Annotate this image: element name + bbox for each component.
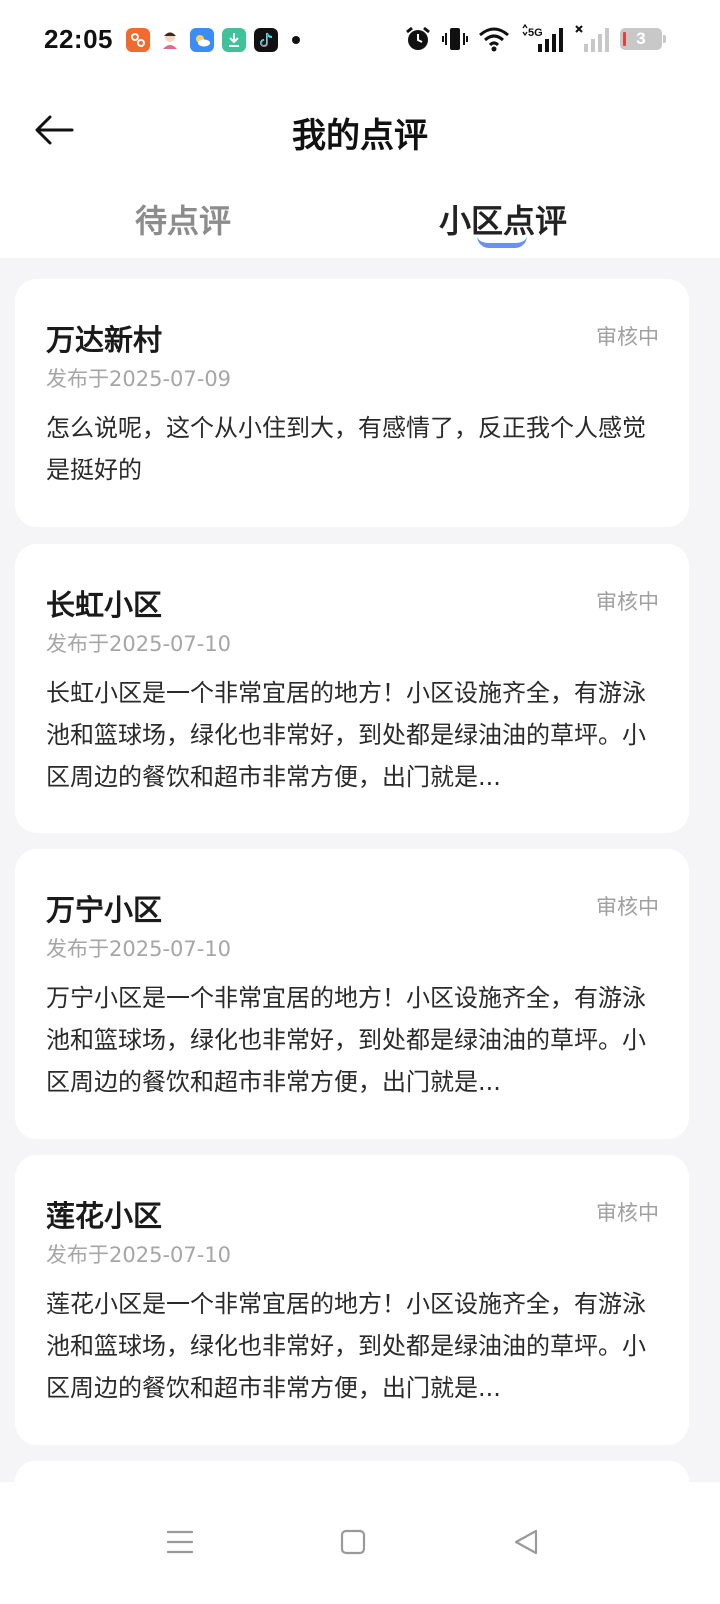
review-content: 长虹小区是一个非常宜居的地方！小区设施齐全，有游泳池和篮球场，绿化也非常好，到处… — [46, 679, 646, 791]
recents-button[interactable] — [150, 1512, 210, 1572]
douyin-app-icon — [254, 28, 278, 52]
review-card[interactable]: 莲花小区 审核中 发布于2025-07-10 莲花小区是一个非常宜居的地方！小区… — [15, 1155, 689, 1445]
publish-date: 发布于2025-07-10 — [46, 632, 232, 656]
review-status: 审核中 — [596, 895, 659, 919]
back-triangle-icon — [514, 1529, 538, 1555]
publish-date: 发布于2025-07-09 — [46, 367, 232, 391]
more-notifications-dot — [292, 36, 300, 44]
home-button[interactable] — [323, 1512, 383, 1572]
avatar-app-icon — [158, 28, 182, 52]
publish-date: 发布于2025-07-10 — [46, 937, 232, 961]
taobao-app-icon — [126, 28, 150, 52]
tab-bar: 待点评 小区点评 — [0, 190, 720, 258]
notification-icons — [126, 28, 300, 52]
vibrate-icon — [442, 24, 468, 54]
signal-no-service-icon — [574, 24, 610, 54]
publish-date: 发布于2025-07-10 — [46, 1243, 232, 1267]
svg-text:5G: 5G — [528, 27, 543, 39]
community-name: 长虹小区 — [46, 588, 163, 622]
alarm-icon — [404, 24, 432, 54]
active-tab-indicator — [477, 236, 527, 248]
nav-back-button[interactable] — [496, 1512, 556, 1572]
menu-icon — [166, 1530, 194, 1554]
system-icons: 5G 3 — [404, 24, 666, 54]
status-bar: 22:05 5G 3 — [0, 0, 720, 80]
weather-app-icon — [190, 28, 214, 52]
review-content: 万宁小区是一个非常宜居的地方！小区设施齐全，有游泳池和篮球场，绿化也非常好，到处… — [46, 984, 646, 1096]
page-title: 我的点评 — [292, 116, 428, 156]
community-name: 万宁小区 — [46, 893, 163, 927]
community-name: 莲花小区 — [46, 1199, 163, 1233]
download-app-icon — [222, 28, 246, 52]
review-status: 审核中 — [596, 1201, 659, 1225]
community-name: 万达新村 — [46, 323, 163, 357]
review-card[interactable]: 万宁小区 审核中 发布于2025-07-10 万宁小区是一个非常宜居的地方！小区… — [15, 849, 689, 1139]
tab-pending-review[interactable]: 待点评 — [135, 196, 231, 242]
review-card[interactable]: 长虹小区 审核中 发布于2025-07-10 长虹小区是一个非常宜居的地方！小区… — [15, 544, 689, 833]
status-time: 22:05 — [44, 24, 113, 54]
system-nav-bar — [0, 1482, 720, 1604]
battery-indicator: 3 — [620, 28, 666, 50]
page-header: 我的点评 待点评 小区点评 — [0, 80, 720, 258]
signal-5g-icon: 5G — [520, 24, 564, 54]
home-icon — [340, 1529, 366, 1555]
wifi-icon — [478, 24, 510, 54]
review-content: 怎么说呢，这个从小住到大，有感情了，反正我个人感觉是挺好的 — [46, 414, 646, 484]
review-status: 审核中 — [596, 325, 659, 349]
review-status: 审核中 — [596, 590, 659, 614]
review-content: 莲花小区是一个非常宜居的地方！小区设施齐全，有游泳池和篮球场，绿化也非常好，到处… — [46, 1290, 646, 1402]
review-card[interactable]: 万达新村 审核中 发布于2025-07-09 怎么说呢，这个从小住到大，有感情了… — [15, 279, 689, 527]
